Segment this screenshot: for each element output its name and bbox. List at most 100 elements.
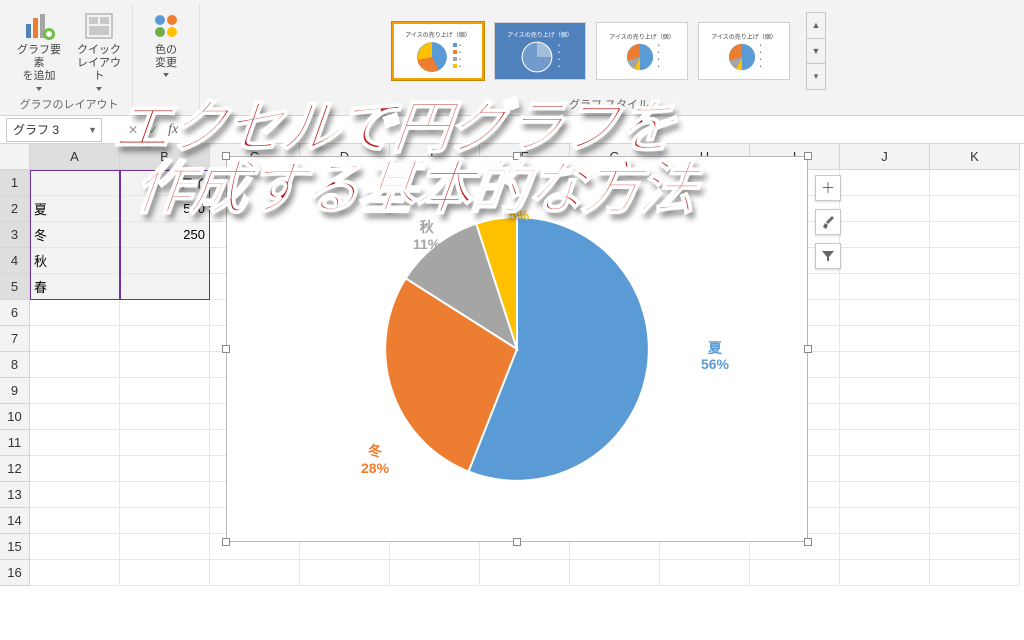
row-header[interactable]: 6	[0, 300, 30, 326]
enter-icon[interactable]: ✓	[148, 123, 158, 137]
cell[interactable]: 春	[30, 274, 120, 300]
cell[interactable]	[930, 222, 1020, 248]
cell[interactable]	[30, 508, 120, 534]
cell[interactable]	[120, 560, 210, 586]
cell[interactable]	[30, 326, 120, 352]
row-header[interactable]: 15	[0, 534, 30, 560]
cell[interactable]	[30, 482, 120, 508]
chart-style-4-thumb[interactable]: アイスの売り上げ（個） ••••	[698, 22, 790, 80]
row-header[interactable]: 4	[0, 248, 30, 274]
cell[interactable]: 冬	[30, 222, 120, 248]
style-gallery-scroll[interactable]: ▲ ▼ ▾	[806, 12, 826, 90]
change-colors-button[interactable]: 色の 変更	[139, 6, 193, 77]
select-all-corner[interactable]	[0, 144, 30, 170]
chart-filter-button[interactable]	[815, 243, 841, 269]
row-header[interactable]: 14	[0, 508, 30, 534]
row-header[interactable]: 8	[0, 352, 30, 378]
gallery-down-icon[interactable]: ▼	[807, 39, 825, 65]
cell[interactable]	[930, 482, 1020, 508]
cell[interactable]	[840, 326, 930, 352]
cell[interactable]	[930, 248, 1020, 274]
chart-elements-button[interactable]: ＋	[815, 175, 841, 201]
cell[interactable]: 秋	[30, 248, 120, 274]
col-header[interactable]: B	[120, 144, 210, 170]
row-header[interactable]: 11	[0, 430, 30, 456]
cell[interactable]	[120, 300, 210, 326]
chart-style-1-thumb[interactable]: アイスの売り上げ（個） •• ••	[392, 22, 484, 80]
cell[interactable]	[120, 534, 210, 560]
col-header[interactable]: K	[930, 144, 1020, 170]
cell[interactable]	[840, 248, 930, 274]
cell[interactable]	[570, 560, 660, 586]
cell[interactable]: 250	[120, 222, 210, 248]
cell[interactable]	[120, 378, 210, 404]
cell[interactable]	[210, 560, 300, 586]
cell[interactable]	[930, 456, 1020, 482]
cell[interactable]	[120, 248, 210, 274]
chart-style-3-thumb[interactable]: アイスの売り上げ（個） ••••	[596, 22, 688, 80]
cell[interactable]	[840, 300, 930, 326]
cell[interactable]	[30, 300, 120, 326]
cell[interactable]	[30, 378, 120, 404]
row-header[interactable]: 1	[0, 170, 30, 196]
chevron-down-icon[interactable]: ▼	[88, 125, 97, 135]
cell[interactable]	[840, 560, 930, 586]
cell[interactable]	[30, 404, 120, 430]
cell[interactable]: アイ	[120, 170, 210, 196]
gallery-up-icon[interactable]: ▲	[807, 13, 825, 39]
col-header[interactable]: J	[840, 144, 930, 170]
cell[interactable]	[930, 196, 1020, 222]
cell[interactable]	[930, 300, 1020, 326]
row-header[interactable]: 9	[0, 378, 30, 404]
row-header[interactable]: 5	[0, 274, 30, 300]
gallery-more-icon[interactable]: ▾	[807, 64, 825, 89]
cell[interactable]	[840, 196, 930, 222]
cell[interactable]	[930, 352, 1020, 378]
cell[interactable]: 500	[120, 196, 210, 222]
row-header[interactable]: 12	[0, 456, 30, 482]
cell[interactable]	[840, 352, 930, 378]
chart-object[interactable]: 夏 56% 冬 28% 秋 11% 5% ＋	[226, 156, 808, 542]
cell[interactable]	[840, 222, 930, 248]
cell[interactable]	[840, 378, 930, 404]
cell[interactable]	[120, 352, 210, 378]
cell[interactable]	[930, 378, 1020, 404]
cell[interactable]	[120, 274, 210, 300]
cell[interactable]	[930, 170, 1020, 196]
cell[interactable]	[390, 560, 480, 586]
cell[interactable]	[30, 170, 120, 196]
chart-styles-button[interactable]	[815, 209, 841, 235]
quick-layout-button[interactable]: クイック レイアウト	[72, 6, 126, 91]
cell[interactable]	[120, 508, 210, 534]
cell[interactable]	[840, 274, 930, 300]
name-box[interactable]: グラフ 3 ▼	[6, 118, 102, 142]
cell[interactable]	[930, 274, 1020, 300]
cell[interactable]	[660, 560, 750, 586]
cell[interactable]	[30, 456, 120, 482]
cell[interactable]	[120, 326, 210, 352]
cell[interactable]	[840, 170, 930, 196]
cell[interactable]	[840, 404, 930, 430]
cell[interactable]	[480, 560, 570, 586]
cell[interactable]	[930, 404, 1020, 430]
cell[interactable]	[840, 430, 930, 456]
add-chart-element-button[interactable]: グラフ要素 を追加	[12, 6, 66, 91]
cancel-icon[interactable]: ✕	[128, 123, 138, 137]
row-header[interactable]: 13	[0, 482, 30, 508]
cell[interactable]	[840, 482, 930, 508]
cell[interactable]	[840, 508, 930, 534]
cell[interactable]	[120, 456, 210, 482]
cell[interactable]	[930, 534, 1020, 560]
cell[interactable]	[30, 352, 120, 378]
cell[interactable]	[30, 430, 120, 456]
cell[interactable]	[840, 456, 930, 482]
cell[interactable]	[120, 404, 210, 430]
row-header[interactable]: 2	[0, 196, 30, 222]
cell[interactable]	[120, 482, 210, 508]
cell[interactable]	[750, 560, 840, 586]
cell[interactable]	[120, 430, 210, 456]
row-header[interactable]: 3	[0, 222, 30, 248]
row-header[interactable]: 10	[0, 404, 30, 430]
cell[interactable]	[840, 534, 930, 560]
cell[interactable]	[300, 560, 390, 586]
